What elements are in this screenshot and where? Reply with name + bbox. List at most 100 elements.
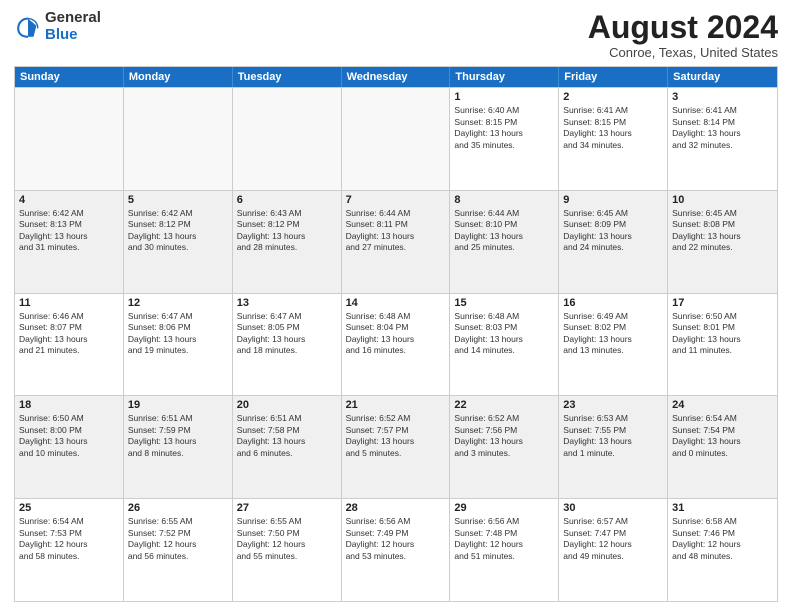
day-number: 6: [237, 194, 337, 206]
day-cell-11: 11 Sunrise: 6:46 AM Sunset: 8:07 PM Dayli…: [15, 294, 124, 396]
day-number: 17: [672, 297, 773, 309]
day-number: 23: [563, 399, 663, 411]
header-day-sunday: Sunday: [15, 67, 124, 87]
day-cell-2: 2Sunrise: 6:41 AM Sunset: 8:15 PM Daylig…: [559, 88, 668, 190]
day-info: Sunrise: 6:44 AM Sunset: 8:10 PM Dayligh…: [454, 208, 554, 254]
day-info: Sunrise: 6:45 AM Sunset: 8:08 PM Dayligh…: [672, 208, 773, 254]
day-cell-9: 9 Sunrise: 6:45 AM Sunset: 8:09 PM Daylig…: [559, 191, 668, 293]
day-info: Sunrise: 6:53 AM Sunset: 7:55 PM Dayligh…: [563, 413, 663, 459]
page: General Blue August 2024 Conroe, Texas, …: [0, 0, 792, 612]
day-number: 22: [454, 399, 554, 411]
day-number: 8: [454, 194, 554, 206]
day-cell-28: 28 Sunrise: 6:56 AM Sunset: 7:49 PM Dayli…: [342, 499, 451, 601]
header-day-monday: Monday: [124, 67, 233, 87]
header-day-friday: Friday: [559, 67, 668, 87]
day-cell-18: 18 Sunrise: 6:50 AM Sunset: 8:00 PM Dayli…: [15, 396, 124, 498]
day-info: Sunrise: 6:41 AM Sunset: 8:15 PM Dayligh…: [563, 105, 663, 151]
day-cell-21: 21Sunrise: 6:52 AM Sunset: 7:57 PM Dayli…: [342, 396, 451, 498]
day-number: 16: [563, 297, 663, 309]
calendar: SundayMondayTuesdayWednesdayThursdayFrid…: [14, 66, 778, 602]
day-cell-3: 3 Sunrise: 6:41 AM Sunset: 8:14 PM Daylig…: [668, 88, 777, 190]
day-number: 3: [672, 91, 773, 103]
day-cell-27: 27Sunrise: 6:55 AM Sunset: 7:50 PM Dayli…: [233, 499, 342, 601]
header-day-saturday: Saturday: [668, 67, 777, 87]
calendar-row-0: 1Sunrise: 6:40 AM Sunset: 8:15 PM Daylig…: [15, 87, 777, 190]
day-info: Sunrise: 6:57 AM Sunset: 7:47 PM Dayligh…: [563, 516, 663, 562]
day-number: 9: [563, 194, 663, 206]
day-info: Sunrise: 6:48 AM Sunset: 8:03 PM Dayligh…: [454, 311, 554, 357]
day-number: 25: [19, 502, 119, 514]
logo-text: General Blue: [45, 10, 101, 43]
day-cell-10: 10 Sunrise: 6:45 AM Sunset: 8:08 PM Dayli…: [668, 191, 777, 293]
day-info: Sunrise: 6:56 AM Sunset: 7:48 PM Dayligh…: [454, 516, 554, 562]
day-cell-30: 30 Sunrise: 6:57 AM Sunset: 7:47 PM Dayli…: [559, 499, 668, 601]
title-block: August 2024 Conroe, Texas, United States: [588, 10, 778, 60]
day-info: Sunrise: 6:41 AM Sunset: 8:14 PM Dayligh…: [672, 105, 773, 151]
day-info: Sunrise: 6:58 AM Sunset: 7:46 PM Dayligh…: [672, 516, 773, 562]
day-info: Sunrise: 6:45 AM Sunset: 8:09 PM Dayligh…: [563, 208, 663, 254]
day-info: Sunrise: 6:44 AM Sunset: 8:11 PM Dayligh…: [346, 208, 446, 254]
day-number: 30: [563, 502, 663, 514]
day-number: 10: [672, 194, 773, 206]
calendar-header: SundayMondayTuesdayWednesdayThursdayFrid…: [15, 67, 777, 87]
day-number: 18: [19, 399, 119, 411]
logo: General Blue: [14, 10, 101, 43]
day-info: Sunrise: 6:52 AM Sunset: 7:56 PM Dayligh…: [454, 413, 554, 459]
day-cell-17: 17Sunrise: 6:50 AM Sunset: 8:01 PM Dayli…: [668, 294, 777, 396]
day-number: 4: [19, 194, 119, 206]
header-day-wednesday: Wednesday: [342, 67, 451, 87]
header: General Blue August 2024 Conroe, Texas, …: [14, 10, 778, 60]
day-cell-5: 5Sunrise: 6:42 AM Sunset: 8:12 PM Daylig…: [124, 191, 233, 293]
day-number: 7: [346, 194, 446, 206]
day-cell-16: 16Sunrise: 6:49 AM Sunset: 8:02 PM Dayli…: [559, 294, 668, 396]
day-number: 12: [128, 297, 228, 309]
day-info: Sunrise: 6:54 AM Sunset: 7:54 PM Dayligh…: [672, 413, 773, 459]
day-cell-13: 13Sunrise: 6:47 AM Sunset: 8:05 PM Dayli…: [233, 294, 342, 396]
header-day-thursday: Thursday: [450, 67, 559, 87]
day-number: 20: [237, 399, 337, 411]
day-cell-22: 22 Sunrise: 6:52 AM Sunset: 7:56 PM Dayli…: [450, 396, 559, 498]
day-cell-31: 31 Sunrise: 6:58 AM Sunset: 7:46 PM Dayli…: [668, 499, 777, 601]
day-number: 11: [19, 297, 119, 309]
day-cell-24: 24Sunrise: 6:54 AM Sunset: 7:54 PM Dayli…: [668, 396, 777, 498]
day-cell-23: 23 Sunrise: 6:53 AM Sunset: 7:55 PM Dayli…: [559, 396, 668, 498]
empty-cell: [124, 88, 233, 190]
month-title: August 2024: [588, 10, 778, 45]
day-number: 26: [128, 502, 228, 514]
day-info: Sunrise: 6:51 AM Sunset: 7:58 PM Dayligh…: [237, 413, 337, 459]
day-number: 31: [672, 502, 773, 514]
day-cell-6: 6Sunrise: 6:43 AM Sunset: 8:12 PM Daylig…: [233, 191, 342, 293]
day-info: Sunrise: 6:55 AM Sunset: 7:52 PM Dayligh…: [128, 516, 228, 562]
day-info: Sunrise: 6:55 AM Sunset: 7:50 PM Dayligh…: [237, 516, 337, 562]
logo-icon: [14, 13, 42, 41]
empty-cell: [342, 88, 451, 190]
day-number: 28: [346, 502, 446, 514]
empty-cell: [233, 88, 342, 190]
day-number: 19: [128, 399, 228, 411]
header-day-tuesday: Tuesday: [233, 67, 342, 87]
day-info: Sunrise: 6:42 AM Sunset: 8:13 PM Dayligh…: [19, 208, 119, 254]
day-cell-26: 26 Sunrise: 6:55 AM Sunset: 7:52 PM Dayli…: [124, 499, 233, 601]
day-info: Sunrise: 6:48 AM Sunset: 8:04 PM Dayligh…: [346, 311, 446, 357]
calendar-body: 1Sunrise: 6:40 AM Sunset: 8:15 PM Daylig…: [15, 87, 777, 601]
day-info: Sunrise: 6:47 AM Sunset: 8:05 PM Dayligh…: [237, 311, 337, 357]
day-info: Sunrise: 6:50 AM Sunset: 8:00 PM Dayligh…: [19, 413, 119, 459]
day-info: Sunrise: 6:56 AM Sunset: 7:49 PM Dayligh…: [346, 516, 446, 562]
day-info: Sunrise: 6:46 AM Sunset: 8:07 PM Dayligh…: [19, 311, 119, 357]
day-cell-29: 29 Sunrise: 6:56 AM Sunset: 7:48 PM Dayli…: [450, 499, 559, 601]
day-cell-25: 25 Sunrise: 6:54 AM Sunset: 7:53 PM Dayli…: [15, 499, 124, 601]
day-cell-1: 1Sunrise: 6:40 AM Sunset: 8:15 PM Daylig…: [450, 88, 559, 190]
day-info: Sunrise: 6:54 AM Sunset: 7:53 PM Dayligh…: [19, 516, 119, 562]
location: Conroe, Texas, United States: [588, 45, 778, 60]
day-number: 29: [454, 502, 554, 514]
day-info: Sunrise: 6:47 AM Sunset: 8:06 PM Dayligh…: [128, 311, 228, 357]
calendar-row-4: 25 Sunrise: 6:54 AM Sunset: 7:53 PM Dayli…: [15, 498, 777, 601]
day-cell-7: 7 Sunrise: 6:44 AM Sunset: 8:11 PM Daylig…: [342, 191, 451, 293]
logo-blue: Blue: [45, 27, 101, 44]
empty-cell: [15, 88, 124, 190]
day-cell-15: 15Sunrise: 6:48 AM Sunset: 8:03 PM Dayli…: [450, 294, 559, 396]
calendar-row-1: 4 Sunrise: 6:42 AM Sunset: 8:13 PM Daylig…: [15, 190, 777, 293]
day-info: Sunrise: 6:52 AM Sunset: 7:57 PM Dayligh…: [346, 413, 446, 459]
day-info: Sunrise: 6:40 AM Sunset: 8:15 PM Dayligh…: [454, 105, 554, 151]
day-number: 5: [128, 194, 228, 206]
